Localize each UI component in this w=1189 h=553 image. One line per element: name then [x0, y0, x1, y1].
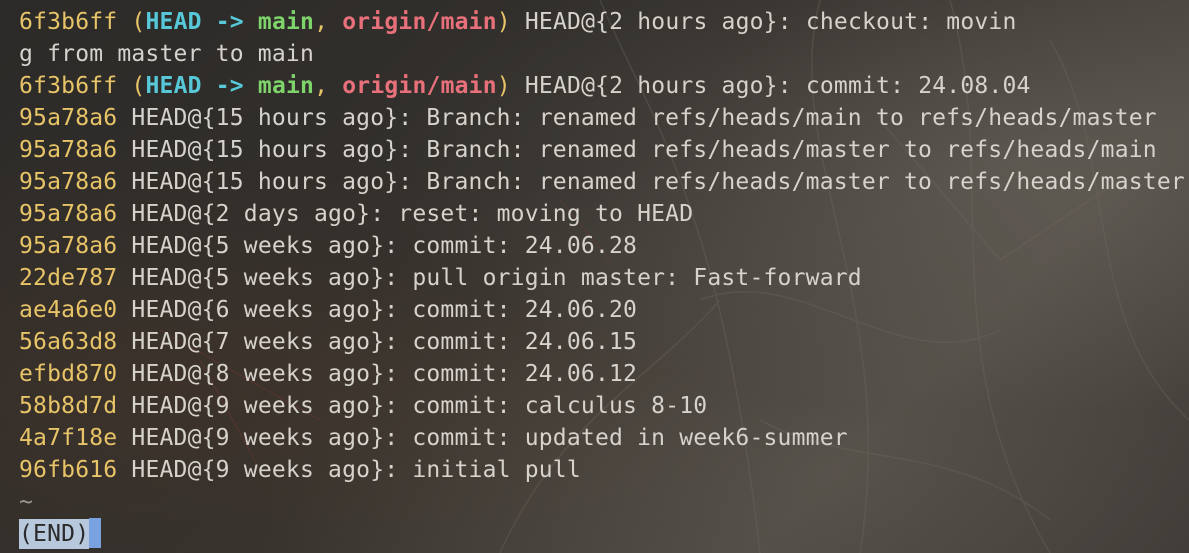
reflog-entry: 4a7f18e HEAD@{9 weeks ago}: commit: upda…	[19, 422, 1185, 454]
entry-text: HEAD@{6 weeks ago}: commit: 24.06.20	[117, 297, 638, 323]
ref-origin: origin/main	[342, 9, 497, 35]
paren-close: )	[496, 73, 511, 99]
terminal-window[interactable]: 6f3b6ff (HEAD -> main, origin/main) HEAD…	[0, 0, 1189, 553]
reflog-entry: 95a78a6 HEAD@{5 weeks ago}: commit: 24.0…	[19, 230, 1185, 262]
ref-main: main	[257, 9, 315, 35]
commit-hash: 4a7f18e	[19, 425, 118, 451]
commit-hash: 95a78a6	[19, 105, 118, 131]
ref-comma: ,	[314, 73, 329, 99]
commit-hash: 6f3b6ff	[19, 73, 118, 99]
reflog-entry: 95a78a6 HEAD@{2 days ago}: reset: moving…	[19, 198, 1185, 230]
reflog-entry: 22de787 HEAD@{5 weeks ago}: pull origin …	[19, 262, 1185, 294]
reflog-entry: 58b8d7d HEAD@{9 weeks ago}: commit: calc…	[19, 390, 1185, 422]
commit-hash: 95a78a6	[19, 233, 118, 259]
pager-prompt[interactable]: (END)	[19, 518, 1185, 550]
reflog-entry: 95a78a6 HEAD@{15 hours ago}: Branch: ren…	[19, 166, 1185, 198]
pager-tilde: ~	[19, 489, 34, 515]
commit-hash: efbd870	[19, 361, 118, 387]
ref-comma: ,	[314, 9, 329, 35]
entry-text: HEAD@{2 hours ago}: checkout: movin	[510, 9, 1017, 35]
paren-close: )	[496, 9, 511, 35]
paren-open: (	[131, 73, 146, 99]
ref-origin: origin/main	[342, 73, 497, 99]
reflog-entry: 6f3b6ff (HEAD -> main, origin/main) HEAD…	[19, 6, 1185, 38]
paren-open: (	[131, 9, 146, 35]
commit-hash: 95a78a6	[19, 201, 118, 227]
pager-end-marker: (END)	[19, 519, 90, 549]
reflog-entry: 56a63d8 HEAD@{7 weeks ago}: commit: 24.0…	[19, 326, 1185, 358]
commit-hash: 95a78a6	[19, 137, 118, 163]
entry-text: HEAD@{5 weeks ago}: commit: 24.06.28	[117, 233, 638, 259]
commit-hash: 22de787	[19, 265, 118, 291]
entry-text: HEAD@{15 hours ago}: Branch: renamed ref…	[117, 169, 1185, 195]
ref-arrow: ->	[215, 73, 244, 99]
commit-hash: 6f3b6ff	[19, 9, 118, 35]
entry-text: HEAD@{9 weeks ago}: commit: calculus 8-1…	[117, 393, 708, 419]
entry-text: HEAD@{2 days ago}: reset: moving to HEAD	[117, 201, 694, 227]
reflog-entry: 95a78a6 HEAD@{15 hours ago}: Branch: ren…	[19, 134, 1185, 166]
commit-hash: 58b8d7d	[19, 393, 118, 419]
entry-text: HEAD@{9 weeks ago}: commit: updated in w…	[117, 425, 848, 451]
ref-head: HEAD	[145, 73, 202, 99]
ref-main: main	[257, 73, 315, 99]
reflog-entry: 96fb616 HEAD@{9 weeks ago}: initial pull	[19, 454, 1185, 486]
text-cursor	[89, 518, 102, 548]
entry-text: HEAD@{5 weeks ago}: pull origin master: …	[117, 265, 862, 291]
reflog-entry: efbd870 HEAD@{8 weeks ago}: commit: 24.0…	[19, 358, 1185, 390]
ref-arrow: ->	[215, 9, 244, 35]
reflog-entry: 6f3b6ff (HEAD -> main, origin/main) HEAD…	[19, 70, 1185, 102]
ref-head: HEAD	[145, 9, 202, 35]
entry-text: HEAD@{2 hours ago}: commit: 24.08.04	[510, 73, 1031, 99]
reflog-entry: 95a78a6 HEAD@{15 hours ago}: Branch: ren…	[19, 102, 1185, 134]
commit-hash: 95a78a6	[19, 169, 118, 195]
entry-text: HEAD@{15 hours ago}: Branch: renamed ref…	[117, 137, 1157, 163]
commit-hash: 96fb616	[19, 457, 118, 483]
entry-text: HEAD@{15 hours ago}: Branch: renamed ref…	[117, 105, 1157, 131]
reflog-entry-wrap: g from master to main	[19, 41, 314, 67]
reflog-output: 6f3b6ff (HEAD -> main, origin/main) HEAD…	[19, 6, 1185, 550]
reflog-entry: ae4a6e0 HEAD@{6 weeks ago}: commit: 24.0…	[19, 294, 1185, 326]
entry-text: HEAD@{7 weeks ago}: commit: 24.06.15	[117, 329, 638, 355]
entry-text: HEAD@{9 weeks ago}: initial pull	[117, 457, 581, 483]
entry-text: HEAD@{8 weeks ago}: commit: 24.06.12	[117, 361, 638, 387]
commit-hash: 56a63d8	[19, 329, 118, 355]
commit-hash: ae4a6e0	[19, 297, 118, 323]
